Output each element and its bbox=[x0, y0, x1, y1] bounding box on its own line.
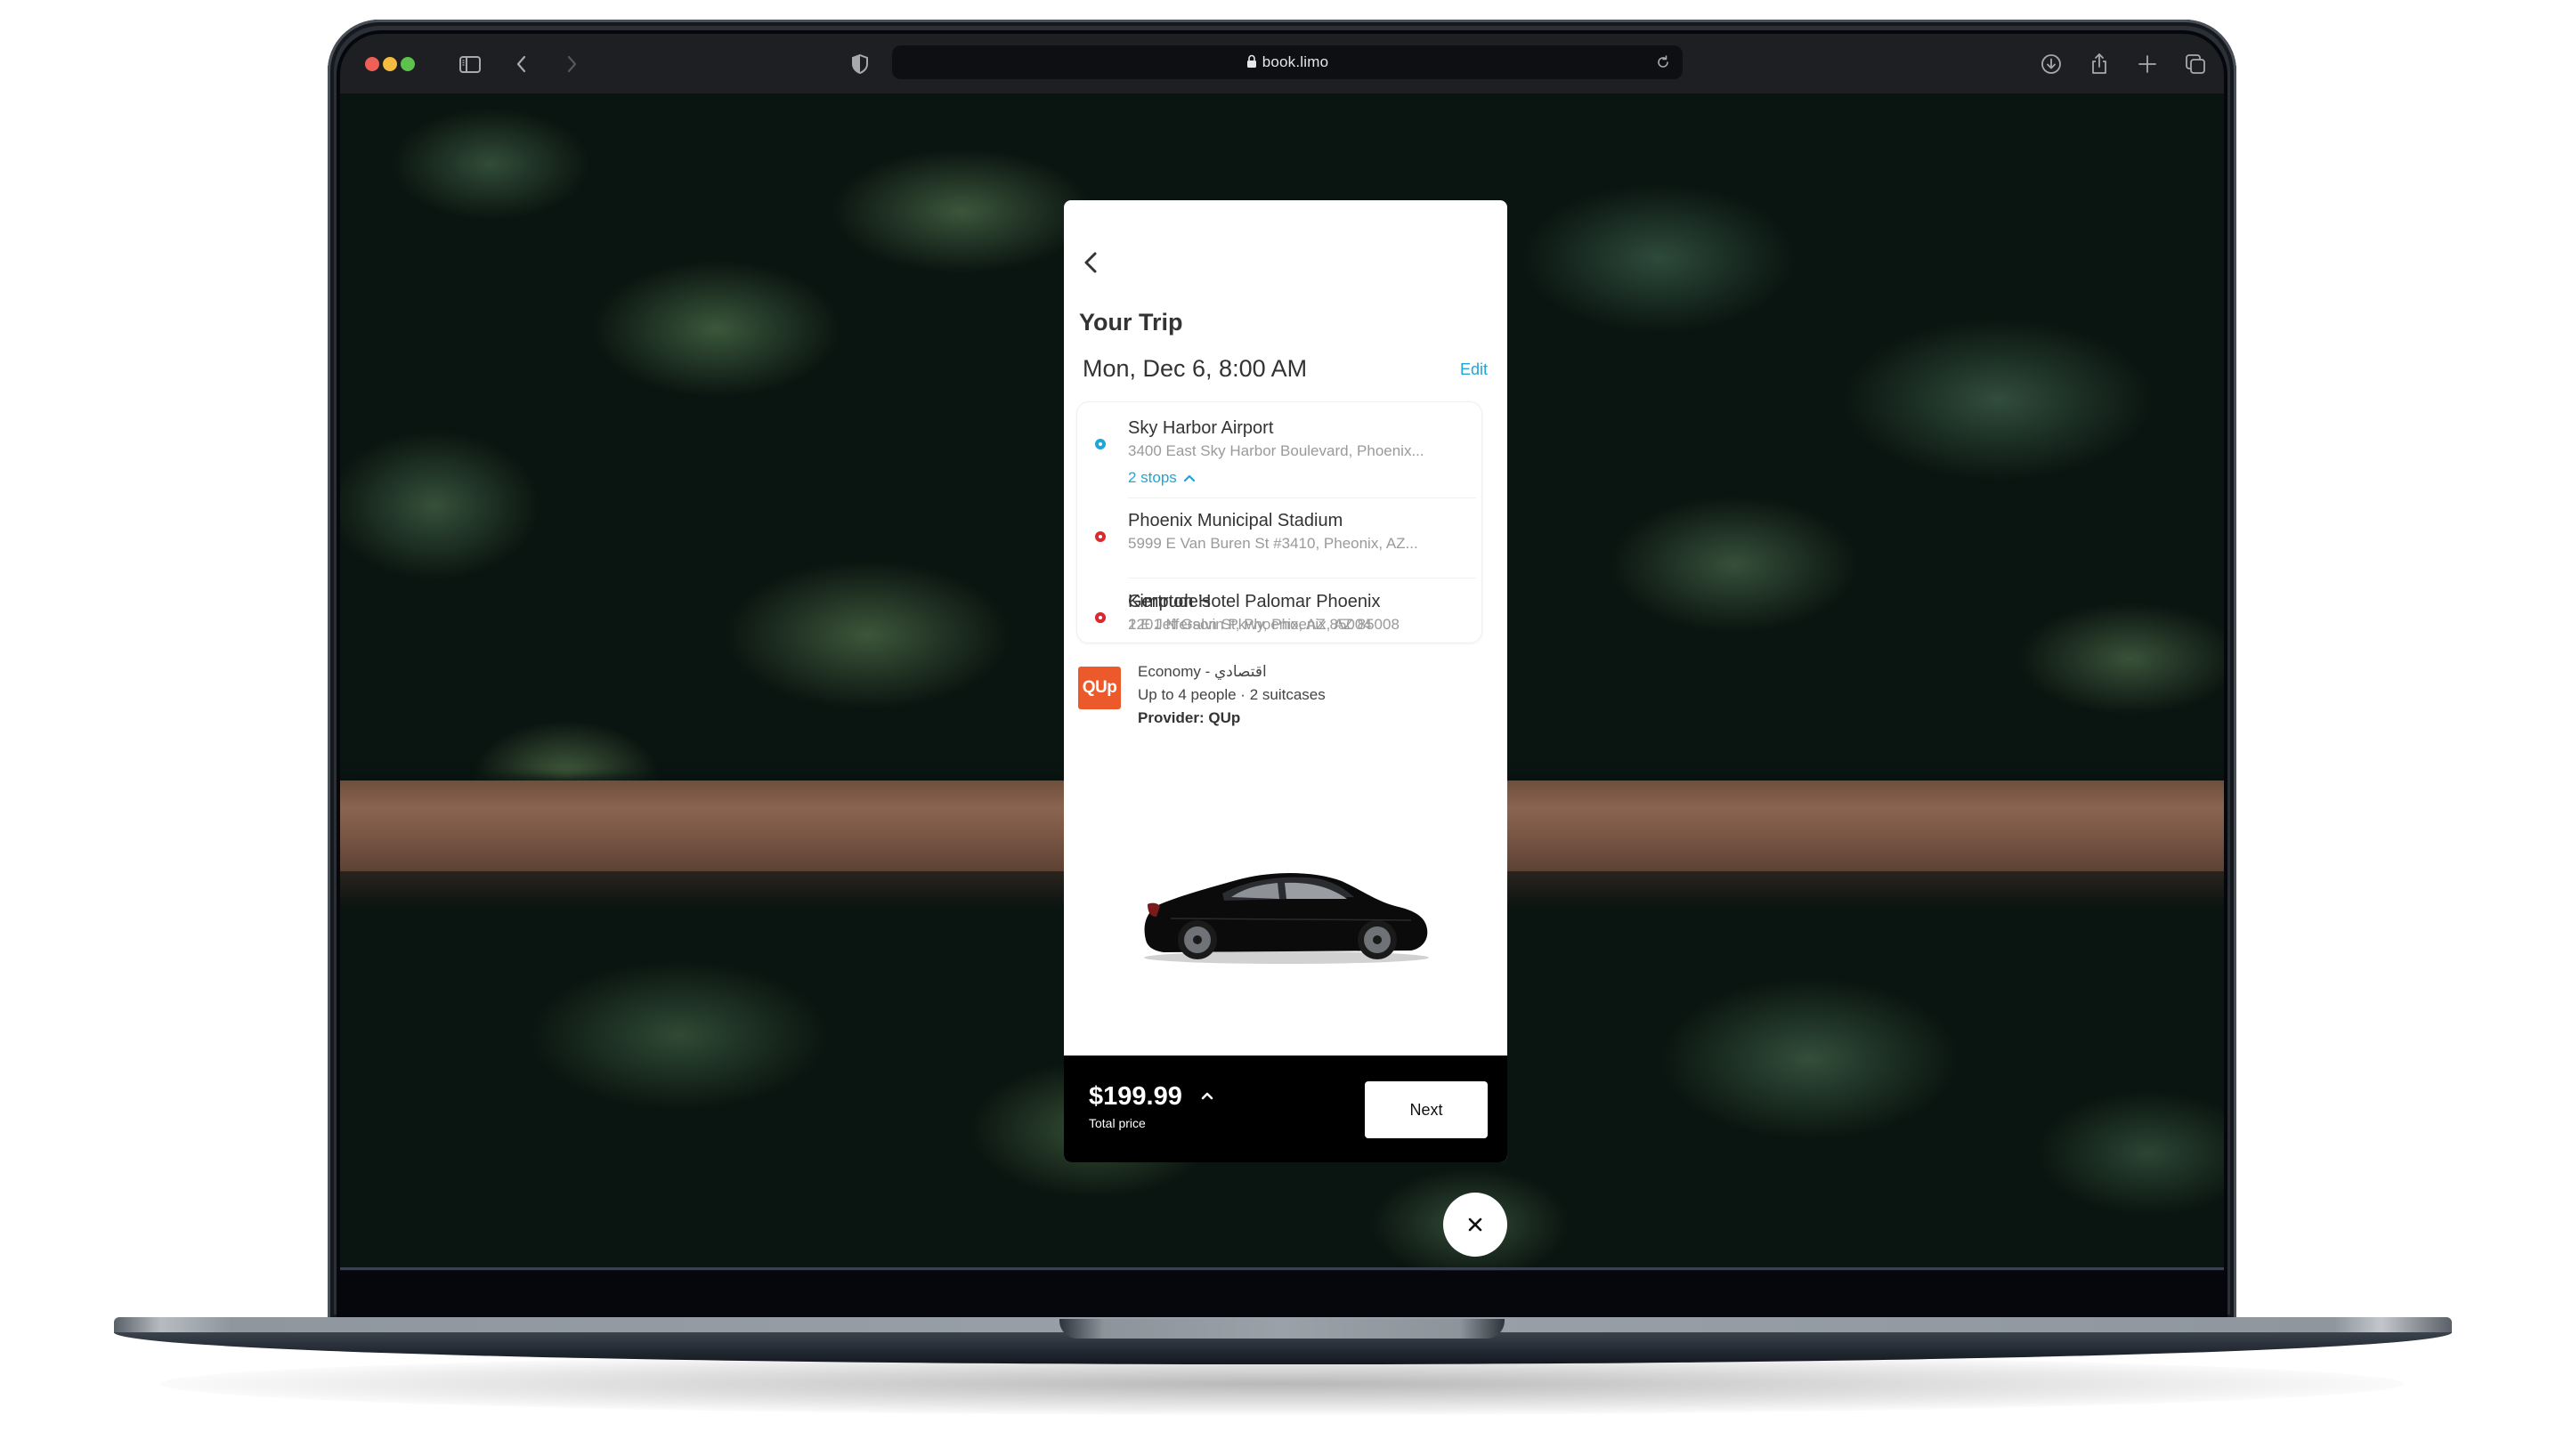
lock-icon bbox=[1246, 54, 1256, 68]
reload-icon[interactable] bbox=[1654, 53, 1672, 71]
route-card: Sky Harbor Airport 3400 East Sky Harbor … bbox=[1076, 401, 1482, 643]
address-bar[interactable]: book.limo bbox=[892, 45, 1683, 79]
pickup-marker-icon bbox=[1095, 439, 1106, 449]
stop-marker-icon bbox=[1095, 531, 1106, 542]
vehicle-option[interactable]: QUp Economy - اقتصادي Up to 4 people · 2… bbox=[1078, 663, 1497, 743]
minimize-window-button[interactable] bbox=[383, 57, 397, 71]
stop-name: Kimpton Hotel Palomar Phoenix bbox=[1128, 592, 1381, 611]
plus-icon[interactable] bbox=[2133, 50, 2162, 78]
vehicle-class: Economy - اقتصادي bbox=[1138, 663, 1267, 680]
close-modal-button[interactable] bbox=[1443, 1193, 1507, 1257]
checkout-footer: $199.99 Total price Next bbox=[1064, 1056, 1507, 1162]
divider bbox=[1128, 497, 1476, 498]
url-text: book.limo bbox=[1262, 53, 1329, 70]
stop-name: Sky Harbor Airport bbox=[1128, 418, 1274, 438]
forest-background: Your Trip Mon, Dec 6, 8:00 AM Edit Sky H… bbox=[340, 93, 2224, 1271]
tabs-overview-icon[interactable] bbox=[2181, 50, 2210, 78]
stop-name: Phoenix Municipal Stadium bbox=[1128, 511, 1343, 530]
stops-toggle-label: 2 stops bbox=[1128, 469, 1177, 486]
chevron-left-icon bbox=[1084, 252, 1097, 273]
trip-summary-modal: Your Trip Mon, Dec 6, 8:00 AM Edit Sky H… bbox=[1064, 200, 1507, 1162]
chevron-up-icon bbox=[1183, 474, 1195, 482]
total-price: $199.99 bbox=[1089, 1082, 1182, 1111]
shield-icon[interactable] bbox=[846, 50, 874, 78]
chevron-right-icon[interactable] bbox=[557, 50, 586, 78]
screen-edge bbox=[340, 1267, 2224, 1270]
sidebar-icon[interactable] bbox=[456, 50, 484, 78]
browser-toolbar: book.limo bbox=[340, 34, 2224, 94]
next-button[interactable]: Next bbox=[1365, 1081, 1488, 1138]
stop-address: 2 E Jefferson St, Phoenix, AZ 85004 bbox=[1128, 616, 1372, 633]
stops-toggle[interactable]: 2 stops bbox=[1128, 469, 1196, 487]
laptop-hinge-notch bbox=[1059, 1319, 1505, 1339]
edit-trip-link[interactable]: Edit bbox=[1460, 360, 1488, 379]
chevron-left-icon[interactable] bbox=[507, 50, 536, 78]
stop-address: 3400 East Sky Harbor Boulevard, Phoenix.… bbox=[1128, 442, 1424, 459]
close-icon bbox=[1468, 1217, 1482, 1232]
dropoff-marker-icon bbox=[1095, 612, 1106, 623]
share-icon[interactable] bbox=[2085, 50, 2114, 78]
trip-datetime: Mon, Dec 6, 8:00 AM bbox=[1083, 355, 1308, 382]
chevron-up-icon[interactable] bbox=[1199, 1088, 1215, 1104]
browser-window: book.limo Your Trip Mon, Dec 6, 8:00 AM … bbox=[340, 34, 2224, 1271]
provider-logo: QUp bbox=[1078, 667, 1121, 709]
total-price-label: Total price bbox=[1089, 1116, 1146, 1130]
black-sedan-car-image bbox=[1144, 873, 1429, 964]
stop-address: 5999 E Van Buren St #3410, Pheonix, AZ..… bbox=[1128, 535, 1418, 552]
vehicle-provider: Provider: QUp bbox=[1138, 709, 1241, 726]
page-title: Your Trip bbox=[1079, 309, 1183, 336]
close-window-button[interactable] bbox=[365, 57, 379, 71]
back-button[interactable] bbox=[1078, 247, 1103, 279]
zoom-window-button[interactable] bbox=[401, 57, 415, 71]
vehicle-capacity: Up to 4 people · 2 suitcases bbox=[1138, 686, 1326, 703]
download-icon[interactable] bbox=[2037, 50, 2065, 78]
